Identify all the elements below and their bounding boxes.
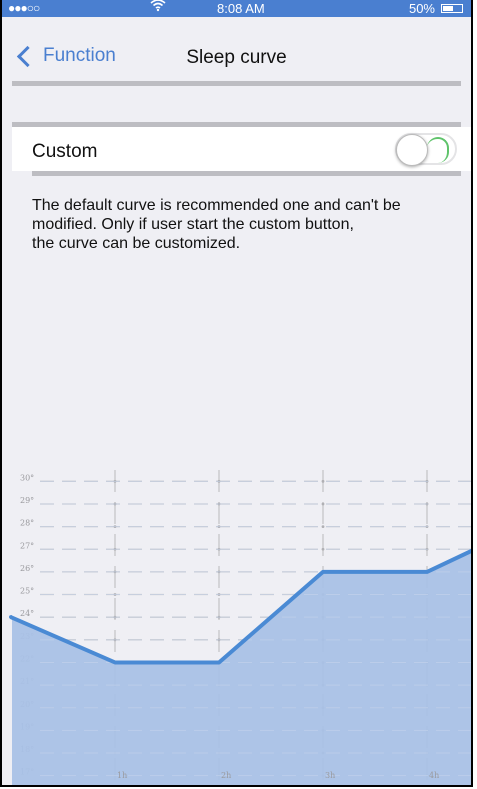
wifi-icon — [150, 0, 166, 15]
y-tick-label: 24° — [20, 609, 34, 618]
y-tick-label: 30° — [20, 473, 34, 482]
x-tick-label: 3h — [325, 771, 335, 780]
status-bar: ●●●○○ 8:08 AM 50% — [2, 0, 471, 17]
description-text: The default curve is recommended one and… — [32, 196, 461, 253]
battery-percent: 50% — [408, 1, 435, 16]
grid-node — [321, 547, 325, 551]
status-time: 8:08 AM — [217, 1, 265, 16]
sleep-curve-chart[interactable]: 17°18°19°20°21°22°23°24°25°26°27°28°29°3… — [2, 470, 473, 787]
y-tick-label: 27° — [20, 541, 34, 550]
custom-setting-row: Custom — [12, 127, 471, 171]
y-tick-label: 25° — [20, 587, 34, 596]
x-tick-label: 1h — [117, 771, 127, 780]
x-tick-label: 2h — [221, 771, 231, 780]
description-line: modified. Only if user start the custom … — [32, 216, 354, 233]
y-tick-label: 29° — [20, 496, 34, 505]
page-title-text: Sleep curve — [186, 47, 287, 68]
phone-frame: ●●●○○ 8:08 AM 50% Function Sleep curve C… — [0, 0, 473, 787]
divider — [12, 81, 461, 86]
grid-node — [321, 525, 325, 529]
toggle-track-hint — [427, 137, 449, 163]
custom-toggle[interactable] — [395, 133, 457, 166]
description-line: The default curve is recommended one and… — [32, 197, 401, 214]
signal-strength-icon: ●●●○○ — [8, 1, 40, 15]
description-line: the curve can be customized. — [32, 235, 241, 252]
page-title: Sleep curve — [2, 47, 471, 69]
x-tick-label: 4h — [429, 771, 439, 780]
y-tick-label: 28° — [20, 519, 34, 528]
divider — [32, 171, 461, 176]
battery-icon — [441, 4, 463, 13]
navigation-bar: Function Sleep curve — [2, 17, 471, 81]
curve-area — [11, 551, 471, 785]
y-tick-label: 26° — [20, 564, 34, 573]
custom-label: Custom — [32, 141, 98, 162]
toggle-knob — [396, 134, 428, 166]
grid-node — [321, 479, 325, 483]
grid-node — [321, 502, 325, 506]
